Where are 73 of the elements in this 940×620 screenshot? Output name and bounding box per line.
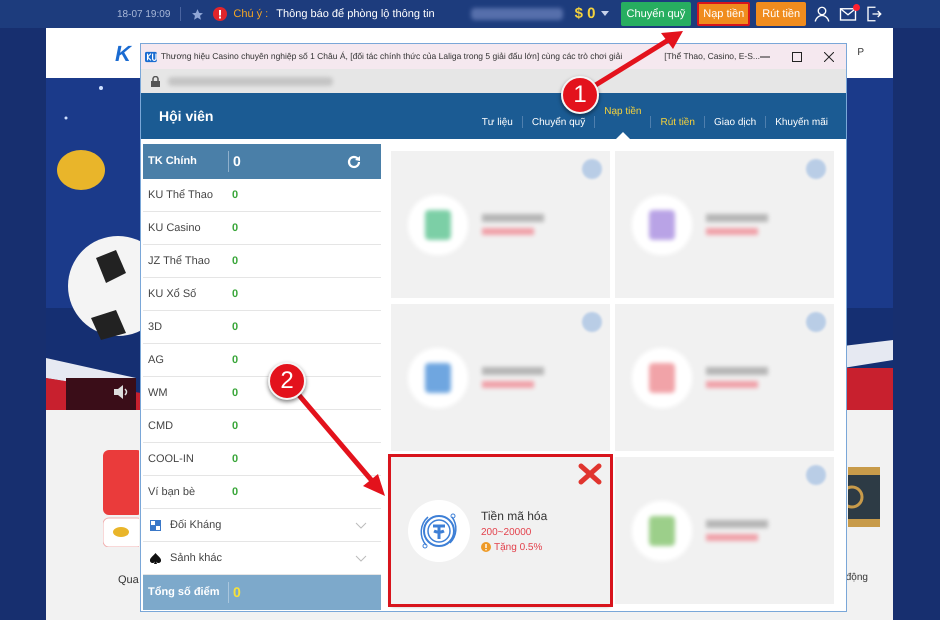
blurred-label xyxy=(482,367,544,375)
grid-icon xyxy=(150,520,161,530)
caret-icon[interactable] xyxy=(600,11,609,17)
blurred-amount xyxy=(706,381,758,388)
blurred-label xyxy=(706,520,768,528)
logout-icon[interactable] xyxy=(865,5,884,23)
wallet-balance: 0 xyxy=(228,151,241,172)
date-time: 18-07 19:09 xyxy=(117,8,170,22)
window-title: Thương hiệu Casino chuyên nghiệp số 1 Châu Á, [đối tác chính thức của Laliga trong 5 giải đấu lớn] cùng các trò chơi giải xyxy=(160,50,622,63)
nav-tab[interactable]: Chuyển quỹ xyxy=(532,115,586,139)
nav-tab[interactable]: Khuyến mãi xyxy=(775,115,828,139)
spade-icon xyxy=(150,552,161,564)
wallet-value: 0 xyxy=(232,352,238,368)
balance: $ 0 xyxy=(574,4,596,24)
method-bonus: Tặng 0.5% xyxy=(494,540,542,554)
info-badge-icon xyxy=(481,542,491,552)
method-range: 200~20000 xyxy=(481,526,532,540)
total-value: 0 xyxy=(228,582,241,603)
wallet-value: 0 xyxy=(232,484,238,500)
blurred-amount xyxy=(706,228,758,235)
alert-icon xyxy=(213,7,228,21)
caption: động xyxy=(846,571,868,585)
caption: Qua xyxy=(118,573,139,588)
nav-tab[interactable]: Nạp tiền xyxy=(604,104,642,139)
mail-icon[interactable] xyxy=(839,6,858,22)
nav-title: Hội viên xyxy=(159,106,214,126)
wallet-value: 0 xyxy=(232,254,238,269)
header-link[interactable]: P xyxy=(857,44,864,60)
method-title: Tiền mã hóa xyxy=(481,508,548,524)
wallet-name: AG xyxy=(148,352,165,368)
wallet-value: 0 xyxy=(232,452,238,467)
blurred-label xyxy=(706,367,768,375)
blurred-label xyxy=(482,214,544,222)
blurred-amount xyxy=(706,534,758,541)
expandable-row[interactable]: Đối Kháng xyxy=(143,509,381,542)
wallet-name: KU Casino xyxy=(148,220,202,236)
nav-tab[interactable]: Rút tiền xyxy=(660,115,695,139)
wallet-value: 0 xyxy=(232,320,238,335)
nav-tab[interactable]: Tư liệu xyxy=(482,115,513,139)
site-logo-icon xyxy=(145,50,157,62)
wallet-value: 0 xyxy=(232,220,238,236)
notice-label: Chú ý : xyxy=(233,6,268,22)
close-icon[interactable] xyxy=(824,52,834,62)
wallet-value: 0 xyxy=(232,286,238,302)
wallet-label: TK Chính xyxy=(148,154,198,170)
wallet-value: 0 xyxy=(232,188,238,203)
lock-icon xyxy=(151,76,160,86)
wallet-name: KU Xổ Số xyxy=(148,286,198,302)
blurred-amount xyxy=(482,381,534,388)
wallet-value: 0 xyxy=(232,418,238,434)
wallet-name: COOL-IN xyxy=(148,452,195,467)
wallet-name: KU Thể Thao xyxy=(148,188,214,203)
chevron-icon xyxy=(355,554,367,562)
wallet-name: JZ Thể Thao xyxy=(148,254,211,269)
star-icon[interactable] xyxy=(191,8,204,20)
site-logo[interactable]: K xyxy=(115,36,131,70)
user-icon[interactable] xyxy=(813,5,832,23)
wallet-name: CMD xyxy=(148,418,174,434)
blurred-label xyxy=(706,214,768,222)
payment-card[interactable]: Tiền mã hóa 200~20000 Tặng 0.5% xyxy=(391,457,610,604)
refresh-icon[interactable] xyxy=(347,154,361,168)
blurred-amount xyxy=(482,228,534,235)
wallet-name: Ví bạn bè xyxy=(148,484,196,500)
chevron-icon xyxy=(355,522,367,528)
wallet-value: 0 xyxy=(232,386,238,401)
notice-text: Thông báo để phòng lộ thông tin xyxy=(276,6,435,22)
wallet-name: WM xyxy=(148,386,169,401)
wallet-name: 3D xyxy=(148,320,164,335)
maximize-icon[interactable] xyxy=(792,52,802,62)
nav-tab[interactable]: Giao dịch xyxy=(714,115,756,139)
window-title: [Thể Thao, Casino, E-S... xyxy=(664,50,760,63)
total-label: Tổng số điểm xyxy=(148,585,220,600)
volume-icon[interactable] xyxy=(114,385,130,399)
